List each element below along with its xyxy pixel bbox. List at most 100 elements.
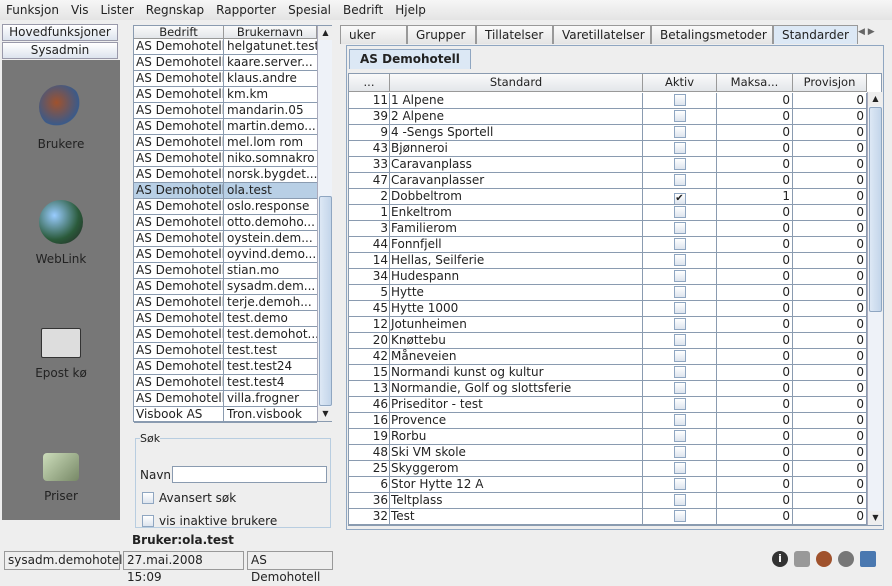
aktiv-checkbox[interactable] [673,254,686,266]
menu-bedrift[interactable]: Bedrift [343,3,383,17]
aktiv-checkbox[interactable] [673,94,686,106]
user-row[interactable]: AS Demohotell mel.lom rom [134,135,317,151]
scroll-thumb[interactable] [319,196,332,406]
menu-spesial[interactable]: Spesial [288,3,331,17]
nav-item-brukere[interactable]: Brukere [2,85,120,151]
standard-row[interactable]: 25 Skyggerom 0 0 [349,461,867,477]
standard-row[interactable]: 13 Normandie, Golf og slottsferie 0 0 [349,381,867,397]
aktiv-checkbox[interactable] [673,430,686,442]
aktiv-checkbox[interactable] [673,334,686,346]
standard-row[interactable]: 47 Caravanplasser 0 0 [349,173,867,189]
nav-item-epost[interactable]: Epost kø [2,322,120,380]
user-row[interactable]: AS Demohotell ola.test [134,183,317,199]
aktiv-checkbox[interactable] [673,478,686,490]
standard-row[interactable]: 94 -Sengs Sportell 0 0 [349,125,867,141]
support-icon[interactable] [838,551,854,567]
menu-hjelp[interactable]: Hjelp [395,3,426,17]
standard-row[interactable]: 44 Fonnfjell 0 0 [349,237,867,253]
aktiv-checkbox[interactable] [673,174,686,186]
user-row[interactable]: AS Demohotell klaus.andre [134,71,317,87]
standard-row[interactable]: 15 Normandi kunst og kultur 0 0 [349,365,867,381]
aktiv-checkbox[interactable] [673,462,686,474]
inactive-users-checkbox[interactable]: vis inaktive brukere [142,514,277,528]
tab-varetillatelser[interactable]: Varetillatelser [553,25,651,44]
menu-lister[interactable]: Lister [100,3,133,17]
users-scrollbar[interactable]: ▲ ▼ [317,26,333,421]
standard-row[interactable]: 20 Knøttebu 0 0 [349,333,867,349]
scroll-down-arrow[interactable]: ▼ [868,511,883,525]
standard-row[interactable]: 46 Priseditor - test 0 0 [349,397,867,413]
user-row[interactable]: AS Demohotell test.demohot... [134,327,317,343]
aktiv-checkbox[interactable]: ✔ [673,193,686,204]
info-icon[interactable]: i [772,551,788,567]
nav-item-priser[interactable]: Priser [2,445,120,503]
standard-row[interactable]: 32 Test 0 0 [349,509,867,525]
menu-funksjon[interactable]: Funksjon [6,3,59,17]
user-row[interactable]: AS Demohotell martin.demo... [134,119,317,135]
tab-betalingsmetoder[interactable]: Betalingsmetoder [651,25,773,44]
standard-row[interactable]: 48 Ski VM skole 0 0 [349,445,867,461]
aktiv-checkbox[interactable] [673,142,686,154]
menu-vis[interactable]: Vis [71,3,89,17]
user-row[interactable]: AS Demohotell villa.frogner [134,391,317,407]
tab-standarder[interactable]: Standarder [773,25,858,44]
aktiv-checkbox[interactable] [673,510,686,522]
standard-row[interactable]: 16 Provence 0 0 [349,413,867,429]
column-header[interactable]: Provisjon [793,74,867,92]
menu-regnskap[interactable]: Regnskap [146,3,204,17]
user-row[interactable]: AS Demohotell niko.somnakro [134,151,317,167]
standard-row[interactable]: 11 1 Alpene 0 0 [349,93,867,109]
scroll-up-arrow[interactable]: ▲ [868,92,883,106]
user-row[interactable]: AS Demohotell test.demo [134,311,317,327]
standard-row[interactable]: 43 Bjønneroi 0 0 [349,141,867,157]
aktiv-checkbox[interactable] [673,302,686,314]
column-header[interactable]: Standard [390,74,643,92]
aktiv-checkbox[interactable] [673,446,686,458]
standard-row[interactable]: 34 Hudespann 0 0 [349,269,867,285]
user-row[interactable]: AS Demohotell sysadm.dem... [134,279,317,295]
standard-row[interactable]: 42 Måneveien 0 0 [349,349,867,365]
menu-rapporter[interactable]: Rapporter [216,3,276,17]
user-row[interactable]: AS Demohotell oyvind.demo... [134,247,317,263]
user-row[interactable]: AS Demohotell helgatunet.test [134,39,317,55]
aktiv-checkbox[interactable] [673,318,686,330]
network-icon[interactable] [860,551,876,567]
standards-scrollbar[interactable]: ▲ ▼ [867,92,883,525]
aktiv-checkbox[interactable] [673,270,686,282]
standard-row[interactable]: 3 Familierom 0 0 [349,221,867,237]
tab-grupper[interactable]: Grupper [407,25,476,44]
user-row[interactable]: AS Demohotell otto.demoho... [134,215,317,231]
subtab-company[interactable]: AS Demohotell [349,49,471,69]
name-input[interactable] [172,466,327,483]
aktiv-checkbox[interactable] [673,382,686,394]
column-header-bedrift[interactable]: Bedrift [134,26,224,39]
tools-icon[interactable] [794,551,810,567]
standard-row[interactable]: 6 Stor Hytte 12 A 00 [349,477,867,493]
standard-row[interactable]: 36 Teltplass 0 0 [349,493,867,509]
user-row[interactable]: Visbook AS Tron.visbook [134,407,317,423]
nav-item-weblink[interactable]: WebLink [2,200,120,266]
standard-row[interactable]: 5 Hytte 0 0 [349,285,867,301]
user-row[interactable]: AS Demohotell norsk.bygdet... [134,167,317,183]
standard-row[interactable]: 2 Dobbeltrom ✔ 1 0 [349,189,867,205]
aktiv-checkbox[interactable] [673,222,686,234]
column-header[interactable]: ... [349,74,390,92]
standard-row[interactable]: 19 Rorbu 0 0 [349,429,867,445]
tab-scroll-arrows[interactable]: ◀ ▶ [858,27,875,37]
standard-row[interactable]: 14 Hellas, Seilferie 0 0 [349,253,867,269]
aktiv-checkbox[interactable] [673,206,686,218]
column-header[interactable]: Maksa... [717,74,793,92]
standard-row[interactable]: 1 Enkeltrom 0 0 [349,205,867,221]
tab-uker-info[interactable]: uker info [340,25,407,60]
standard-row[interactable]: 33 Caravanplass 0 0 [349,157,867,173]
user-row[interactable]: AS Demohotell test.test [134,343,317,359]
user-row[interactable]: AS Demohotell test.test24 [134,359,317,375]
advanced-search-checkbox[interactable]: Avansert søk [142,491,236,505]
scroll-down-arrow[interactable]: ▼ [318,407,333,421]
user-row[interactable]: AS Demohotell oystein.dem... [134,231,317,247]
aktiv-checkbox[interactable] [673,494,686,506]
sysadmin-button[interactable]: Sysadmin [2,42,118,59]
user-row[interactable]: AS Demohotell km.km [134,87,317,103]
column-header-brukernavn[interactable]: Brukernavn [224,26,317,39]
scroll-thumb[interactable] [869,107,882,312]
